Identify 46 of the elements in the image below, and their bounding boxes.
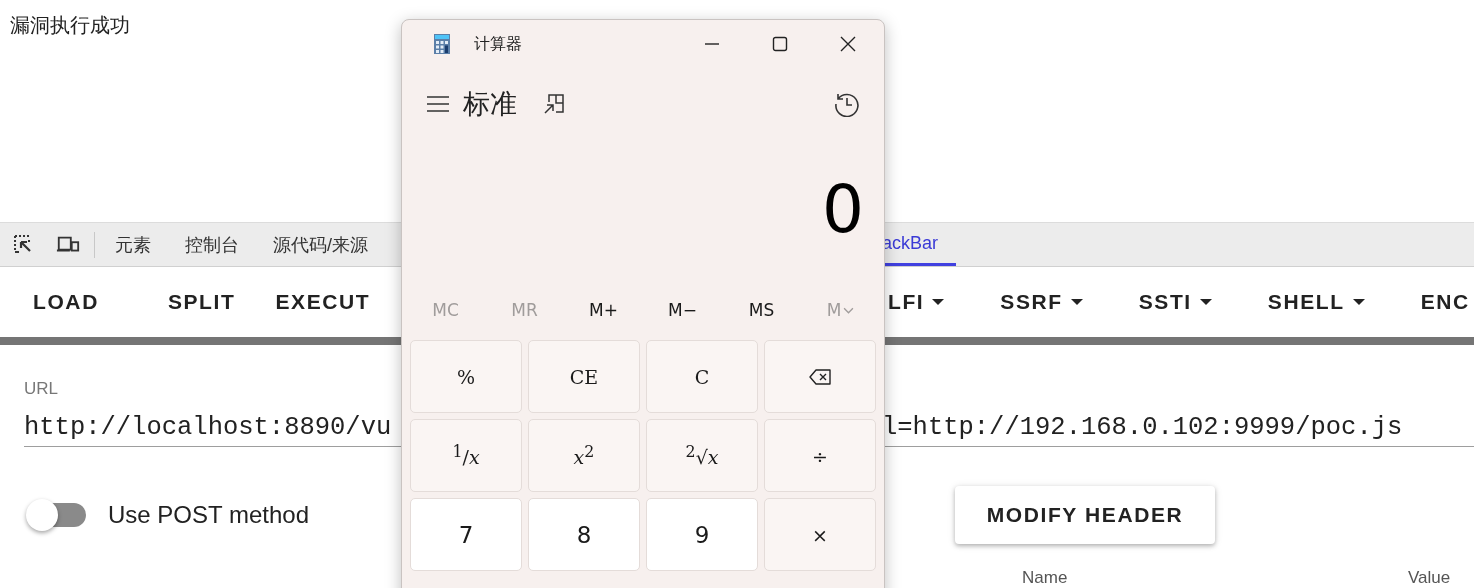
calculator-app-icon [434, 34, 450, 54]
devtools-tab[interactable]: 元素 [115, 232, 151, 257]
function-key[interactable]: CE [528, 340, 640, 413]
function-key[interactable]: $^{1}$/x [410, 419, 522, 492]
caret-icon [932, 299, 945, 305]
function-key[interactable]: x$^{2}$ [528, 419, 640, 492]
calculator-display: 0 [822, 177, 864, 243]
caret-icon [1070, 299, 1083, 305]
url-label: URL [24, 379, 58, 399]
menu-button[interactable]: EXECUT [275, 290, 371, 314]
chevron-icon [843, 306, 855, 314]
keep-on-top-icon[interactable] [543, 93, 565, 115]
maximize-icon[interactable] [772, 36, 788, 52]
calculator-mode-title: 标准 [463, 87, 517, 121]
digit-key[interactable]: 8 [528, 498, 640, 571]
memory-button[interactable]: MS [748, 300, 775, 320]
function-key[interactable]: × [764, 498, 876, 571]
backspace-icon [809, 368, 831, 385]
memory-button[interactable]: M+ [589, 300, 618, 320]
menu-icon[interactable] [427, 96, 449, 112]
post-method-label: Use POST method [108, 500, 309, 529]
close-icon[interactable] [840, 36, 856, 52]
function-key[interactable]: ÷ [764, 419, 876, 492]
history-icon[interactable] [834, 91, 860, 117]
digit-key[interactable]: 9 [646, 498, 758, 571]
caret-icon [1352, 299, 1365, 305]
menu-button[interactable]: ENC [1420, 290, 1470, 314]
function-key[interactable]: $^{2}$√x [646, 419, 758, 492]
menu-dropdown-button[interactable]: SSTI [1138, 290, 1212, 314]
menu-dropdown-button[interactable]: LFI [888, 290, 945, 314]
function-key[interactable]: % [410, 340, 522, 413]
modify-header-button[interactable]: MODIFY HEADER [955, 485, 1215, 544]
caret-icon [1199, 299, 1212, 305]
column-header: Value [1408, 568, 1451, 588]
function-key[interactable]: C [646, 340, 758, 413]
digit-key[interactable]: 7 [410, 498, 522, 571]
menu-button[interactable]: LOAD [33, 290, 99, 314]
window-title: 计算器 [474, 33, 522, 55]
menu-button[interactable]: SPLIT [167, 290, 236, 314]
menu-dropdown-button[interactable]: SSRF [1000, 290, 1083, 314]
devtools-tab[interactable]: 控制台 [185, 232, 239, 257]
devtools-tab[interactable]: 源代码/来源 [273, 232, 368, 257]
memory-button[interactable]: M− [668, 300, 697, 320]
result-message: 漏洞执行成功 [10, 13, 130, 38]
menu-dropdown-button[interactable]: SHELL [1267, 290, 1365, 314]
column-header: Name [1022, 568, 1068, 588]
